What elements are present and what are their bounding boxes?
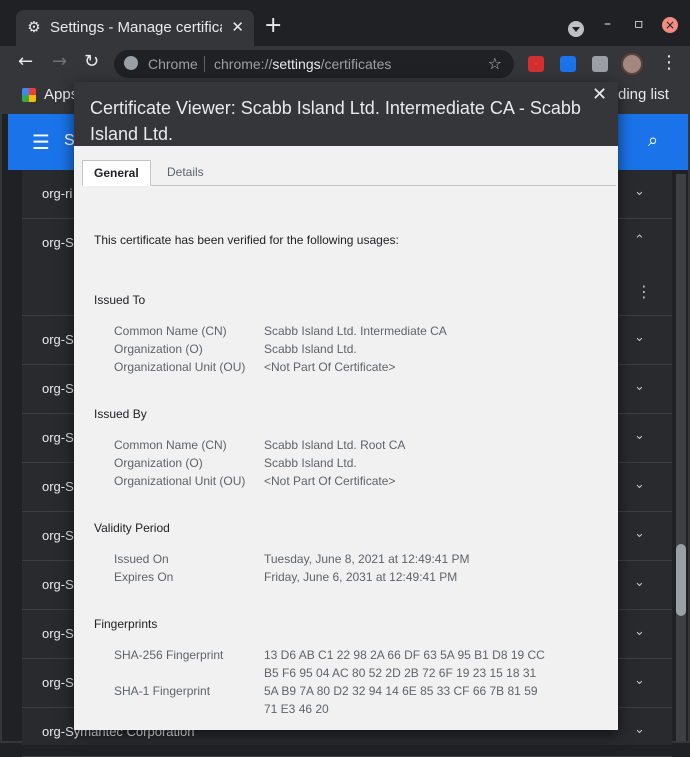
avatar[interactable] — [621, 53, 643, 75]
back-icon[interactable]: ← — [18, 51, 33, 73]
issued-on-value: Tuesday, June 8, 2021 at 12:49:41 PM — [264, 552, 470, 566]
browser-window: ⚙ Settings - Manage certifica ✕ + – ▫ × … — [0, 0, 690, 757]
org-name: org-Si — [42, 528, 77, 543]
hamburger-menu-icon[interactable]: ☰ — [32, 130, 50, 154]
tab-settings[interactable]: ⚙ Settings - Manage certifica ✕ — [16, 10, 254, 46]
issued-by-ou-label: Organizational Unit (OU) — [114, 474, 246, 488]
dialog-body: This certificate has been verified for t… — [74, 186, 618, 730]
divider — [204, 56, 205, 72]
search-icon[interactable]: ⌕ — [648, 130, 658, 151]
reading-list-button[interactable]: ding list — [618, 86, 669, 103]
chevron-down-icon[interactable]: ⌄ — [634, 575, 645, 590]
certificate-viewer-dialog: Certificate Viewer: Scabb Island Ltd. In… — [74, 82, 618, 730]
issued-to-cn-value: Scabb Island Ltd. Intermediate CA — [264, 324, 447, 338]
chevron-down-icon[interactable]: ⌄ — [634, 184, 645, 199]
issued-to-cn-label: Common Name (CN) — [114, 324, 227, 338]
minimize-icon[interactable]: – — [604, 16, 611, 32]
chevron-down-icon[interactable]: ⌄ — [634, 526, 645, 541]
apps-grid-icon[interactable] — [22, 88, 36, 102]
issued-to-o-label: Organization (O) — [114, 342, 203, 356]
chevron-down-icon[interactable]: ⌄ — [634, 379, 645, 394]
address-bar[interactable]: Chrome chrome://settings/certificates ☆ — [114, 50, 514, 78]
scrollbar-thumb[interactable] — [676, 544, 686, 616]
tab-search-icon[interactable] — [568, 21, 584, 37]
gear-icon: ⚙ — [27, 18, 41, 36]
chevron-down-icon[interactable]: ⌄ — [634, 477, 645, 492]
chevron-down-icon[interactable]: ⌄ — [634, 624, 645, 639]
expires-on-label: Expires On — [114, 570, 174, 584]
issued-by-ou-value: <Not Part Of Certificate> — [264, 474, 396, 488]
chevron-up-icon[interactable]: ⌃ — [634, 233, 645, 248]
tab-general[interactable]: General — [82, 160, 151, 186]
issued-to-ou-label: Organizational Unit (OU) — [114, 360, 246, 374]
reload-icon[interactable]: ↻ — [84, 51, 99, 73]
chrome-icon — [124, 56, 138, 70]
maximize-icon[interactable]: ▫ — [634, 16, 644, 32]
issued-to-o-value: Scabb Island Ltd. — [264, 342, 357, 356]
menu-dots-icon[interactable]: ⋮ — [660, 53, 678, 73]
translate-extension-icon[interactable] — [560, 56, 576, 72]
new-tab-button[interactable]: + — [264, 14, 282, 38]
url-host: settings — [272, 56, 321, 72]
org-name: org-ri — [42, 186, 73, 201]
chevron-down-icon[interactable]: ⌄ — [634, 673, 645, 688]
sha256-label: SHA-256 Fingerprint — [114, 648, 224, 662]
close-icon[interactable]: ✕ — [231, 18, 244, 36]
url-path: /certificates — [320, 56, 392, 72]
window-close-icon[interactable]: × — [662, 17, 678, 33]
forward-icon[interactable]: → — [52, 51, 67, 73]
verified-usages-text: This certificate has been verified for t… — [94, 233, 399, 247]
chevron-down-icon[interactable]: ⌄ — [634, 330, 645, 345]
sha1-value-line1: 5A B9 7A 80 D2 32 94 14 6E 85 33 CF 66 7… — [264, 684, 538, 698]
dialog-title: Certificate Viewer: Scabb Island Ltd. In… — [90, 98, 581, 144]
tab-strip: ⚙ Settings - Manage certifica ✕ + – ▫ × — [0, 0, 690, 46]
expires-on-value: Friday, June 6, 2031 at 12:49:41 PM — [264, 570, 458, 584]
issued-by-heading: Issued By — [94, 407, 147, 421]
chevron-down-icon[interactable]: ⌄ — [634, 722, 645, 737]
fingerprints-heading: Fingerprints — [94, 617, 158, 631]
dialog-tabs: General Details — [82, 160, 616, 186]
issued-by-cn-value: Scabb Island Ltd. Root CA — [264, 438, 406, 452]
issued-to-ou-value: <Not Part Of Certificate> — [264, 360, 396, 374]
issued-on-label: Issued On — [114, 552, 169, 566]
chevron-down-icon[interactable]: ⌄ — [634, 428, 645, 443]
sha256-value-line2: B5 F6 95 04 AC 80 52 2D 2B 72 6F 19 23 1… — [264, 666, 537, 680]
more-actions-icon[interactable]: ⋮ — [636, 282, 652, 301]
sha256-value-line1: 13 D6 AB C1 22 98 2A 66 DF 63 5A 95 B1 D… — [264, 648, 545, 662]
validity-heading: Validity Period — [94, 521, 170, 535]
bookmark-star-icon[interactable]: ☆ — [488, 54, 502, 73]
issued-by-o-label: Organization (O) — [114, 456, 203, 470]
url-prefix: chrome:// — [214, 56, 273, 72]
password-manager-extension-icon[interactable] — [528, 56, 544, 72]
url-text[interactable]: chrome://settings/certificates — [214, 56, 391, 72]
tab-details[interactable]: Details — [156, 160, 215, 186]
dialog-header: Certificate Viewer: Scabb Island Ltd. In… — [74, 82, 618, 146]
omnibox-chip-label: Chrome — [148, 56, 198, 72]
issued-by-o-value: Scabb Island Ltd. — [264, 456, 357, 470]
toolbar: ← → ↻ Chrome chrome://settings/certifica… — [0, 46, 690, 80]
puzzle-extensions-icon[interactable] — [592, 56, 608, 72]
issued-to-heading: Issued To — [94, 293, 146, 307]
close-icon[interactable]: ✕ — [592, 84, 607, 105]
sha1-value-line2: 71 E3 46 20 — [264, 702, 329, 716]
tab-title: Settings - Manage certifica — [50, 19, 222, 36]
sha1-label: SHA-1 Fingerprint — [114, 684, 211, 698]
issued-by-cn-label: Common Name (CN) — [114, 438, 227, 452]
scrollbar-track[interactable] — [676, 174, 686, 741]
